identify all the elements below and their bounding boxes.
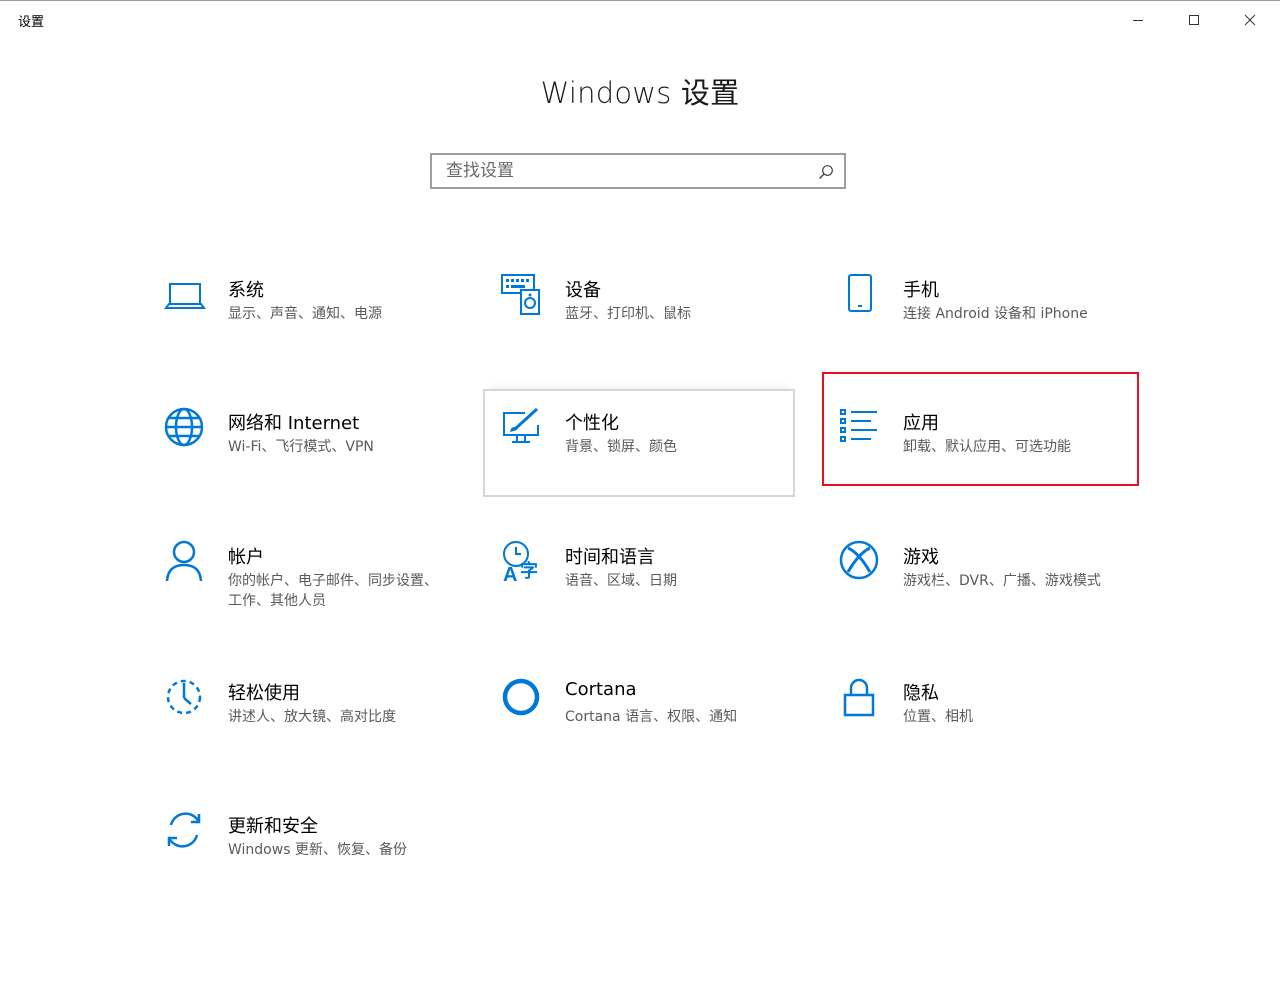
tile-gaming[interactable]: 游戏 游戏栏、DVR、广播、游戏模式 <box>821 523 1133 631</box>
devices-icon <box>501 272 545 316</box>
tile-description: 蓝牙、打印机、鼠标 <box>565 306 691 322</box>
close-icon <box>1244 14 1256 26</box>
tile-description: 你的帐户、电子邮件、同步设置、工作、其他人员 <box>228 573 438 609</box>
tile-phone[interactable]: 手机 连接 Android 设备和 iPhone <box>821 256 1133 364</box>
tile-description: Wi-Fi、飞行模式、VPN <box>228 439 374 455</box>
tile-title: 手机 <box>903 280 939 301</box>
tile-apps[interactable]: 应用 卸载、默认应用、可选功能 <box>821 389 1133 497</box>
person-icon <box>164 539 208 583</box>
tile-title: 系统 <box>228 280 264 301</box>
maximize-button[interactable] <box>1166 0 1222 40</box>
tile-privacy[interactable]: 隐私 位置、相机 <box>821 659 1133 767</box>
tile-devices[interactable]: 设备 蓝牙、打印机、鼠标 <box>483 256 795 364</box>
tile-description: Cortana 语言、权限、通知 <box>565 709 738 725</box>
tile-description: 语音、区域、日期 <box>565 573 677 589</box>
tile-description: 连接 Android 设备和 iPhone <box>903 306 1088 322</box>
lock-icon <box>839 675 883 719</box>
tile-title: 轻松使用 <box>228 683 300 704</box>
time-language-icon: A 字 <box>501 539 545 583</box>
tile-title: 隐私 <box>903 683 939 704</box>
minimize-icon <box>1133 20 1143 21</box>
maximize-icon <box>1189 15 1199 25</box>
tile-title: 网络和 Internet <box>228 413 360 434</box>
ease-of-access-icon <box>164 675 208 719</box>
search-input[interactable] <box>446 155 806 187</box>
tile-system[interactable]: 系统 显示、声音、通知、电源 <box>146 256 458 364</box>
personalization-icon <box>501 405 545 449</box>
tile-title: 帐户 <box>228 547 264 568</box>
tile-time-language[interactable]: A 字 时间和语言 语音、区域、日期 <box>483 523 795 631</box>
tile-title: 更新和安全 <box>228 816 318 837</box>
tile-description: 讲述人、放大镜、高对比度 <box>228 709 396 725</box>
tile-personalization[interactable]: 个性化 背景、锁屏、颜色 <box>483 389 795 497</box>
cortana-icon <box>501 675 545 719</box>
xbox-icon <box>839 539 883 583</box>
minimize-button[interactable] <box>1110 0 1166 40</box>
sync-icon <box>164 808 208 852</box>
tile-title: 个性化 <box>565 413 619 434</box>
tile-title: Cortana <box>565 679 637 700</box>
tile-description: 游戏栏、DVR、广播、游戏模式 <box>903 573 1101 589</box>
globe-icon <box>164 405 208 449</box>
tile-update-security[interactable]: 更新和安全 Windows 更新、恢复、备份 <box>146 792 458 900</box>
tile-description: 背景、锁屏、颜色 <box>565 439 677 455</box>
window-title: 设置 <box>18 15 45 30</box>
tile-ease-of-access[interactable]: 轻松使用 讲述人、放大镜、高对比度 <box>146 659 458 767</box>
tile-title: 设备 <box>565 280 601 301</box>
tile-description: 位置、相机 <box>903 709 973 725</box>
phone-icon <box>839 272 883 316</box>
search-box[interactable] <box>430 153 846 189</box>
close-button[interactable] <box>1222 0 1278 40</box>
tile-accounts[interactable]: 帐户 你的帐户、电子邮件、同步设置、工作、其他人员 <box>146 523 458 631</box>
laptop-icon <box>164 272 208 316</box>
apps-list-icon <box>839 405 883 449</box>
tile-description: 卸载、默认应用、可选功能 <box>903 439 1071 455</box>
tile-title: 时间和语言 <box>565 547 655 568</box>
svg-text:A: A <box>503 564 517 583</box>
tile-description: Windows 更新、恢复、备份 <box>228 842 407 858</box>
tile-title: 游戏 <box>903 547 939 568</box>
page-title: Windows 设置 <box>540 76 740 110</box>
window-top-border <box>0 0 1280 1</box>
tile-cortana[interactable]: Cortana Cortana 语言、权限、通知 <box>483 659 795 767</box>
tile-network[interactable]: 网络和 Internet Wi-Fi、飞行模式、VPN <box>146 389 458 497</box>
svg-text:字: 字 <box>520 560 538 582</box>
tile-description: 显示、声音、通知、电源 <box>228 306 382 322</box>
search-icon[interactable] <box>818 164 834 184</box>
tile-title: 应用 <box>903 413 939 434</box>
